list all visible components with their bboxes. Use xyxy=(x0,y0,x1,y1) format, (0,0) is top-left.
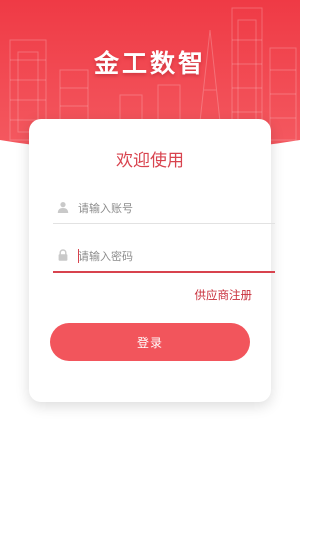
username-field[interactable] xyxy=(53,195,275,224)
login-page: 金工数智 欢迎使用 供应商注册 登录 xyxy=(0,0,300,533)
welcome-heading: 欢迎使用 xyxy=(116,151,184,171)
text-caret xyxy=(78,249,79,263)
login-button[interactable]: 登录 xyxy=(50,323,250,361)
login-card: 欢迎使用 供应商注册 登录 xyxy=(29,119,275,402)
supplier-register-link[interactable]: 供应商注册 xyxy=(195,287,253,303)
app-title: 金工数智 xyxy=(93,49,206,78)
user-icon xyxy=(57,202,69,213)
password-input[interactable] xyxy=(78,245,268,267)
username-input[interactable] xyxy=(78,197,268,219)
lock-icon xyxy=(58,249,68,261)
password-field[interactable] xyxy=(53,243,275,273)
